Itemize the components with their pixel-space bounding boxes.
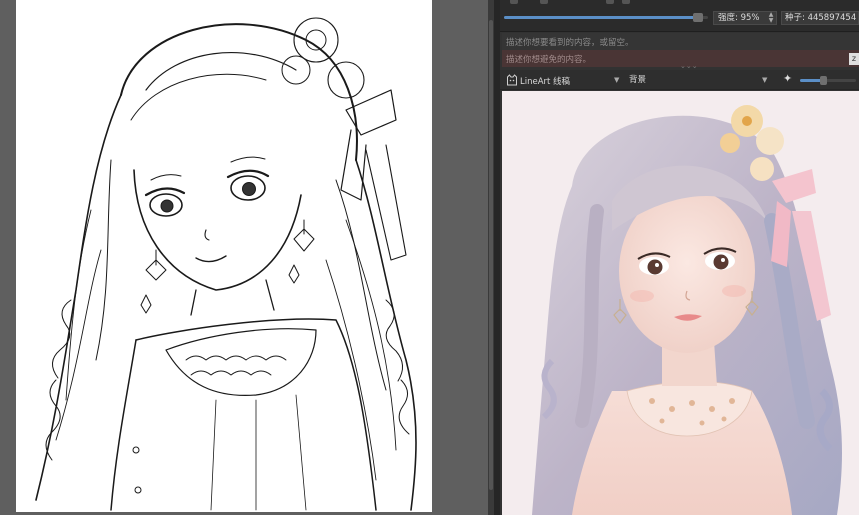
generated-portrait — [502, 91, 859, 515]
strength-slider[interactable] — [504, 13, 708, 22]
seed-label: 种子: 445897454 — [785, 13, 857, 23]
control-model-select[interactable]: LineArt 线稿 — [520, 75, 570, 87]
ai-generation-panel: 强度: 95% ▲ ▼ 种子: 445897454 描述你想要看到的内容，或留空。… — [500, 0, 859, 515]
z-badge: z — [849, 53, 859, 65]
chevron-down-icon[interactable]: ▼ — [762, 76, 767, 84]
strength-seed-row: 强度: 95% ▲ ▼ 种子: 445897454 — [500, 0, 859, 32]
positive-prompt-placeholder: 描述你想要看到的内容，或留空。 — [506, 38, 634, 48]
control-layer-row: LineArt 线稿 ▼ 背景 ▼ ✦ — [500, 70, 859, 90]
strength-slider-fill — [504, 16, 698, 19]
lineart-drawing — [35, 17, 417, 511]
strength-label: 强度: 95% — [718, 13, 760, 23]
control-slider-knob[interactable] — [820, 76, 827, 85]
negative-prompt-placeholder: 描述你想避免的内容。 — [506, 55, 592, 65]
strength-slider-knob[interactable] — [693, 13, 703, 22]
prompt-resize-handle-icon[interactable]: ⌄⌄⌄ — [680, 62, 698, 70]
control-strength-slider[interactable] — [800, 76, 856, 85]
positive-prompt-input[interactable]: 描述你想要看到的内容，或留空。 — [502, 33, 859, 50]
sparkle-icon[interactable]: ✦ — [783, 73, 795, 85]
strength-value[interactable]: 强度: 95% ▲ ▼ — [713, 11, 777, 25]
chevron-down-icon[interactable]: ▼ — [614, 76, 619, 84]
toolbar-stub — [510, 0, 630, 6]
seed-field[interactable]: 种子: 445897454 — [781, 11, 859, 25]
lineart-canvas[interactable] — [16, 0, 432, 512]
strength-spinner-icon[interactable]: ▲ ▼ — [768, 12, 774, 24]
control-slider-fill — [800, 79, 822, 82]
generated-preview-image[interactable] — [502, 91, 859, 515]
scrollbar-thumb[interactable] — [489, 20, 493, 490]
cat-icon[interactable] — [506, 74, 518, 86]
control-mode-select[interactable]: 背景 — [626, 73, 772, 87]
